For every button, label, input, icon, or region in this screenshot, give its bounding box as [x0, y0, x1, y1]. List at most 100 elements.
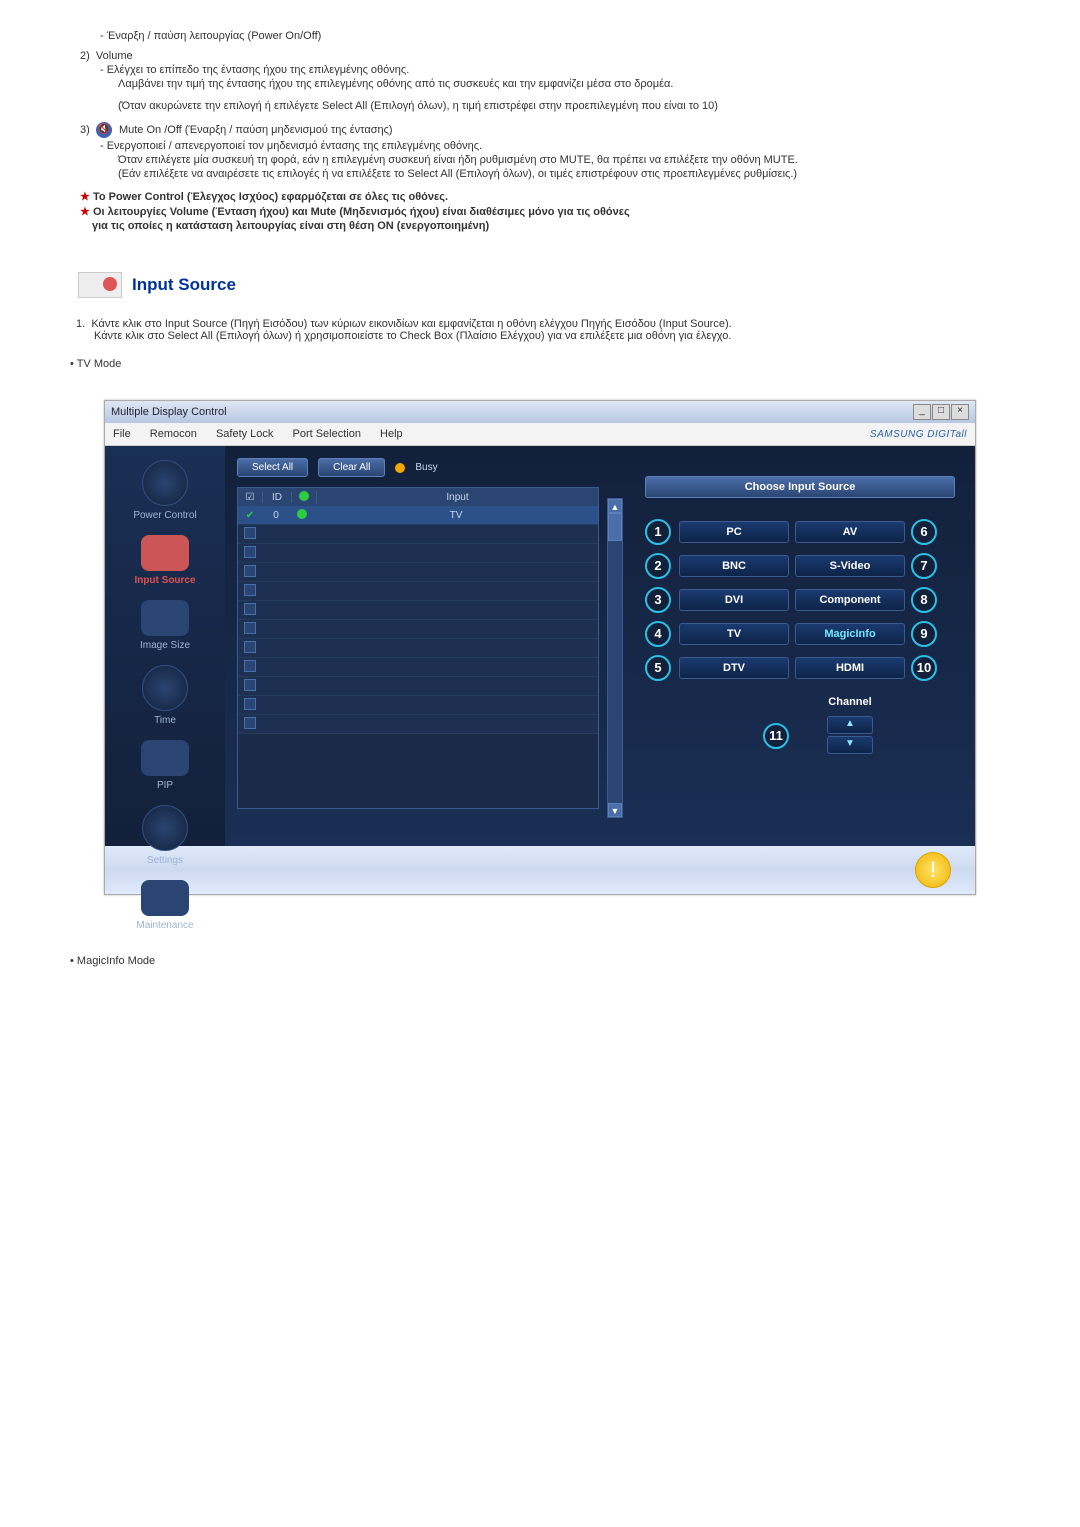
- row-checkbox[interactable]: [244, 603, 256, 615]
- table-row[interactable]: [238, 582, 598, 601]
- channel-label: Channel: [795, 696, 905, 708]
- table-row[interactable]: [238, 658, 598, 677]
- row-checkbox[interactable]: [244, 660, 256, 672]
- row-checkbox[interactable]: [244, 679, 256, 691]
- channel-up-button[interactable]: ▲: [827, 716, 873, 734]
- scroll-down-icon[interactable]: ▼: [608, 803, 622, 817]
- source-svideo-button[interactable]: S-Video: [795, 555, 905, 577]
- table-row[interactable]: [238, 563, 598, 582]
- menubar: File Remocon Safety Lock Port Selection …: [105, 423, 975, 446]
- sidebar-item-settings[interactable]: Settings: [105, 805, 225, 866]
- select-all-button[interactable]: Select All: [237, 458, 308, 477]
- sidebar-item-time[interactable]: Time: [105, 665, 225, 726]
- row-checkbox[interactable]: [238, 510, 262, 521]
- titlebar: Multiple Display Control _□×: [105, 401, 975, 423]
- busy-indicator-icon: [395, 463, 405, 473]
- sidebar-maint-label: Maintenance: [105, 920, 225, 931]
- row-checkbox[interactable]: [244, 717, 256, 729]
- table-row[interactable]: [238, 677, 598, 696]
- callout-4: 4: [645, 621, 671, 647]
- scroll-up-icon[interactable]: ▲: [608, 499, 622, 513]
- grid-header-check[interactable]: ☑: [238, 492, 263, 503]
- row-checkbox[interactable]: [244, 698, 256, 710]
- status-dot-icon: [297, 509, 307, 519]
- top-toolbar: Select All Clear All Busy: [237, 458, 963, 477]
- minimize-button[interactable]: _: [913, 404, 931, 420]
- clear-all-button[interactable]: Clear All: [318, 458, 385, 477]
- scroll-thumb[interactable]: [608, 513, 622, 541]
- busy-label: Busy: [415, 462, 437, 473]
- source-component-button[interactable]: Component: [795, 589, 905, 611]
- speaker-icon: 🔇: [96, 122, 112, 138]
- sidebar-item-maintenance[interactable]: Maintenance: [105, 880, 225, 931]
- app-window: Multiple Display Control _□× File Remoco…: [104, 400, 976, 895]
- mute-section: 3) 🔇 Mute On /Off (Έναρξη / παύση μηδενι…: [80, 122, 1040, 138]
- row-checkbox[interactable]: [244, 641, 256, 653]
- sidebar-image-label: Image Size: [105, 640, 225, 651]
- menu-port-selection[interactable]: Port Selection: [292, 428, 360, 440]
- star-icon: ★: [80, 191, 90, 203]
- table-row[interactable]: [238, 601, 598, 620]
- app-body: Power Control Input Source Image Size Ti…: [105, 446, 975, 846]
- volume-label: Volume: [96, 50, 133, 62]
- menu-file[interactable]: File: [113, 428, 131, 440]
- source-av-button[interactable]: AV: [795, 521, 905, 543]
- callout-9: 9: [911, 621, 937, 647]
- source-grid: 1 PC AV 6 2 BNC S-Video 7 3 DVI Componen…: [645, 518, 955, 750]
- sidebar-item-pip[interactable]: PIP: [105, 740, 225, 791]
- main-panel: Select All Clear All Busy ☑ ID Input 0 T…: [225, 446, 975, 846]
- callout-1: 1: [645, 519, 671, 545]
- input-source-title: Input Source: [132, 275, 236, 295]
- star-note-2: ★ Οι λειτουργίες Volume (Ένταση ήχου) κα…: [80, 205, 1040, 218]
- choose-input-panel: Choose Input Source 1 PC AV 6 2 BNC S-Vi…: [645, 476, 955, 750]
- source-bnc-button[interactable]: BNC: [679, 555, 789, 577]
- star1-text: Το Power Control (Έλεγχος Ισχύος) εφαρμό…: [93, 191, 448, 203]
- channel-arrows: ▲ ▼: [795, 716, 905, 756]
- input-source-icon: [141, 535, 189, 571]
- sidebar-power-label: Power Control: [105, 510, 225, 521]
- row-checkbox[interactable]: [244, 622, 256, 634]
- power-onoff-line: - Έναρξη / παύση λειτουργίας (Power On/O…: [100, 30, 1040, 42]
- source-pc-button[interactable]: PC: [679, 521, 789, 543]
- maintenance-icon: [141, 880, 189, 916]
- settings-icon: [142, 805, 188, 851]
- row-checkbox[interactable]: [244, 527, 256, 539]
- callout-6: 6: [911, 519, 937, 545]
- callout-2: 2: [645, 553, 671, 579]
- sidebar-item-image-size[interactable]: Image Size: [105, 600, 225, 651]
- samsung-logo: SAMSUNG DIGITall: [870, 429, 967, 440]
- row-checkbox[interactable]: [244, 565, 256, 577]
- table-row[interactable]: [238, 544, 598, 563]
- table-row[interactable]: [238, 696, 598, 715]
- menu-remocon[interactable]: Remocon: [150, 428, 197, 440]
- table-row[interactable]: [238, 620, 598, 639]
- source-dvi-button[interactable]: DVI: [679, 589, 789, 611]
- channel-down-button[interactable]: ▼: [827, 736, 873, 754]
- callout-8: 8: [911, 587, 937, 613]
- table-row[interactable]: [238, 715, 598, 734]
- row-checkbox[interactable]: [244, 546, 256, 558]
- source-hdmi-button[interactable]: HDMI: [795, 657, 905, 679]
- sidebar-item-input-source[interactable]: Input Source: [105, 535, 225, 586]
- tv-mode-label: • TV Mode: [70, 358, 1040, 370]
- source-tv-button[interactable]: TV: [679, 623, 789, 645]
- info-icon[interactable]: !: [915, 852, 951, 888]
- paragraph-1: 1. Κάντε κλικ στο Input Source (Πηγή Εισ…: [76, 318, 1040, 342]
- window-title: Multiple Display Control: [111, 406, 227, 418]
- table-row[interactable]: 0 TV: [238, 506, 598, 525]
- close-button[interactable]: ×: [951, 404, 969, 420]
- sidebar-item-power[interactable]: Power Control: [105, 460, 225, 521]
- source-magicinfo-button[interactable]: MagicInfo: [795, 623, 905, 645]
- table-row[interactable]: [238, 639, 598, 658]
- grid-scrollbar[interactable]: ▲ ▼: [607, 498, 623, 818]
- row-checkbox[interactable]: [244, 584, 256, 596]
- source-dtv-button[interactable]: DTV: [679, 657, 789, 679]
- grid-header-input: Input: [317, 492, 598, 503]
- menu-help[interactable]: Help: [380, 428, 403, 440]
- bottom-bar: !: [105, 846, 975, 894]
- maximize-button[interactable]: □: [932, 404, 950, 420]
- table-row[interactable]: [238, 525, 598, 544]
- menu-safety-lock[interactable]: Safety Lock: [216, 428, 273, 440]
- grid-header-status: [292, 491, 317, 504]
- power-icon: [142, 460, 188, 506]
